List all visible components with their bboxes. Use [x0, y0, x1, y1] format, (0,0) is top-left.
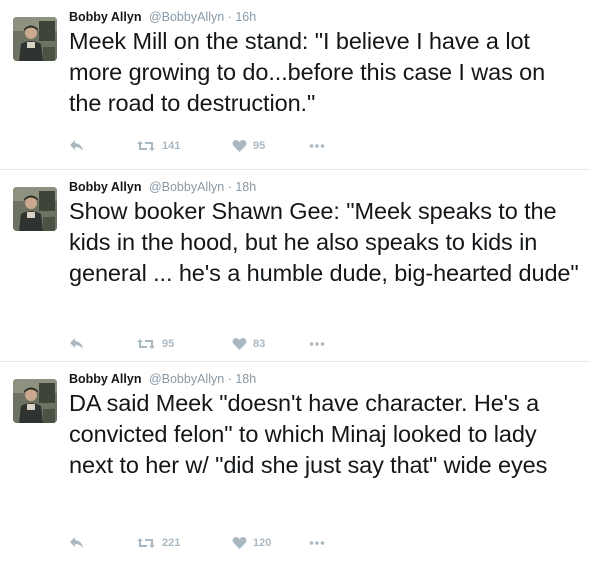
- reply-button[interactable]: [69, 335, 85, 353]
- like-count: 83: [253, 338, 266, 350]
- more-icon: [309, 541, 325, 545]
- reply-icon: [70, 537, 83, 548]
- author-handle[interactable]: @BobbyAllyn: [149, 372, 224, 386]
- separator: ·: [227, 10, 232, 24]
- more-button[interactable]: [309, 534, 325, 552]
- retweet-icon: [137, 339, 155, 349]
- author-handle[interactable]: @BobbyAllyn: [149, 180, 224, 194]
- like-button[interactable]: 95: [232, 137, 265, 155]
- more-button[interactable]: [309, 137, 325, 155]
- like-count: 120: [253, 537, 272, 549]
- heart-icon: [232, 338, 247, 350]
- author-name[interactable]: Bobby Allyn: [69, 180, 141, 194]
- retweet-count: 141: [162, 140, 181, 152]
- reply-button[interactable]: [69, 137, 85, 155]
- tweet-header: Bobby Allyn @BobbyAllyn · 18h: [69, 179, 256, 195]
- author-name[interactable]: Bobby Allyn: [69, 372, 141, 386]
- more-button[interactable]: [309, 335, 325, 353]
- reply-button[interactable]: [69, 534, 85, 552]
- like-count: 95: [253, 140, 266, 152]
- more-icon: [309, 144, 325, 148]
- retweet-button[interactable]: 221: [136, 534, 180, 552]
- timestamp[interactable]: 18h: [235, 180, 256, 194]
- reply-icon: [70, 140, 83, 151]
- author-handle[interactable]: @BobbyAllyn: [149, 10, 224, 24]
- tweet-text: Meek Mill on the stand: "I believe I hav…: [69, 28, 546, 116]
- retweet-button[interactable]: 95: [136, 335, 174, 353]
- like-button[interactable]: 120: [232, 534, 271, 552]
- tweet[interactable]: Bobby Allyn @BobbyAllyn · 18h Show booke…: [0, 170, 589, 362]
- separator: ·: [227, 180, 232, 194]
- avatar-photo: [13, 187, 57, 231]
- author-name[interactable]: Bobby Allyn: [69, 10, 141, 24]
- tweet-header: Bobby Allyn @BobbyAllyn · 16h: [69, 9, 256, 25]
- tweet[interactable]: Bobby Allyn @BobbyAllyn · 16h Meek Mill …: [0, 0, 589, 170]
- retweet-icon: [137, 141, 155, 151]
- retweet-icon: [137, 538, 155, 548]
- tweet[interactable]: Bobby Allyn @BobbyAllyn · 18h DA said Me…: [0, 362, 589, 562]
- tweet-text: Show booker Shawn Gee: "Meek speaks to t…: [69, 198, 579, 286]
- avatar-photo: [13, 379, 57, 423]
- avatar-photo: [13, 17, 57, 61]
- more-icon: [309, 342, 325, 346]
- avatar[interactable]: [13, 379, 57, 423]
- avatar[interactable]: [13, 17, 57, 61]
- tweet-text: DA said Meek "doesn't have character. He…: [69, 390, 548, 478]
- timestamp[interactable]: 18h: [235, 372, 256, 386]
- heart-icon: [232, 537, 247, 549]
- reply-icon: [70, 338, 83, 349]
- retweet-count: 221: [162, 537, 181, 549]
- timestamp[interactable]: 16h: [235, 10, 256, 24]
- like-button[interactable]: 83: [232, 335, 265, 353]
- heart-icon: [232, 140, 247, 152]
- avatar[interactable]: [13, 187, 57, 231]
- tweet-header: Bobby Allyn @BobbyAllyn · 18h: [69, 371, 256, 387]
- retweet-button[interactable]: 141: [136, 137, 180, 155]
- tweet-feed: Bobby Allyn @BobbyAllyn · 16h Meek Mill …: [0, 0, 589, 562]
- separator: ·: [227, 372, 232, 386]
- retweet-count: 95: [162, 338, 175, 350]
